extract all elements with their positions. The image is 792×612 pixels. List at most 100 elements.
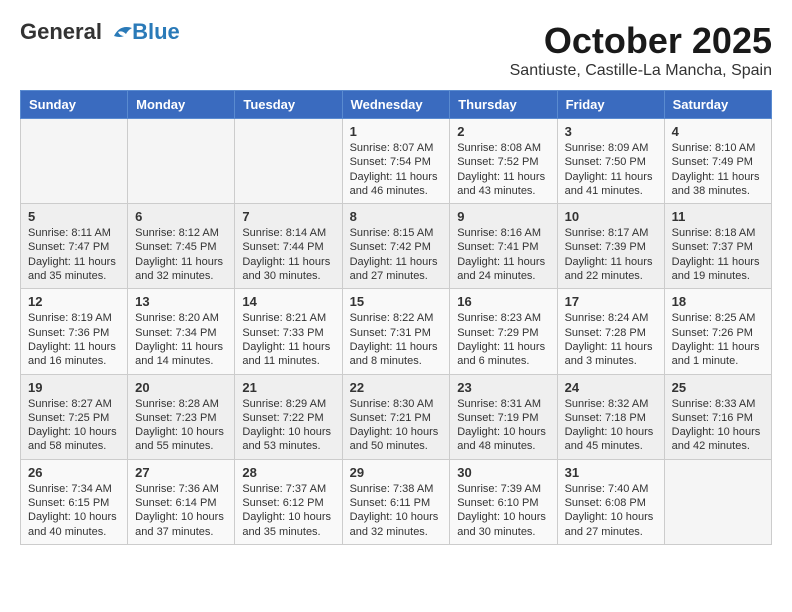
day-info: Sunrise: 7:40 AM xyxy=(565,482,657,496)
day-number: 17 xyxy=(565,294,657,309)
calendar-cell-16: 16Sunrise: 8:23 AMSunset: 7:29 PMDayligh… xyxy=(450,289,557,374)
day-info: Sunset: 7:52 PM xyxy=(457,155,549,169)
day-info: Sunset: 7:34 PM xyxy=(135,326,227,340)
day-info: Sunrise: 8:08 AM xyxy=(457,141,549,155)
calendar-cell-21: 21Sunrise: 8:29 AMSunset: 7:22 PMDayligh… xyxy=(235,374,342,459)
calendar-week-4: 19Sunrise: 8:27 AMSunset: 7:25 PMDayligh… xyxy=(21,374,772,459)
month-title: October 2025 xyxy=(510,20,772,62)
day-info: Sunset: 7:23 PM xyxy=(135,411,227,425)
calendar-cell-8: 8Sunrise: 8:15 AMSunset: 7:42 PMDaylight… xyxy=(342,204,450,289)
day-info: and 32 minutes. xyxy=(350,525,443,539)
calendar-cell-31: 31Sunrise: 7:40 AMSunset: 6:08 PMDayligh… xyxy=(557,459,664,544)
day-info: and 24 minutes. xyxy=(457,269,549,283)
day-info: Sunrise: 8:15 AM xyxy=(350,226,443,240)
day-info: Sunset: 7:36 PM xyxy=(28,326,120,340)
day-info: Daylight: 11 hours xyxy=(457,170,549,184)
calendar-cell-29: 29Sunrise: 7:38 AMSunset: 6:11 PMDayligh… xyxy=(342,459,450,544)
day-info: Sunset: 7:22 PM xyxy=(242,411,334,425)
day-info: Daylight: 10 hours xyxy=(135,510,227,524)
day-info: Sunrise: 8:19 AM xyxy=(28,311,120,325)
day-info: Sunset: 6:11 PM xyxy=(350,496,443,510)
calendar-header-thursday: Thursday xyxy=(450,91,557,119)
day-number: 10 xyxy=(565,209,657,224)
day-number: 20 xyxy=(135,380,227,395)
day-number: 4 xyxy=(672,124,764,139)
day-info: Sunset: 7:26 PM xyxy=(672,326,764,340)
day-info: Sunset: 7:39 PM xyxy=(565,240,657,254)
day-info: Daylight: 10 hours xyxy=(565,425,657,439)
day-info: and 32 minutes. xyxy=(135,269,227,283)
day-info: Sunrise: 8:28 AM xyxy=(135,397,227,411)
day-info: Sunset: 7:50 PM xyxy=(565,155,657,169)
day-info: Sunrise: 8:16 AM xyxy=(457,226,549,240)
calendar-cell-18: 18Sunrise: 8:25 AMSunset: 7:26 PMDayligh… xyxy=(664,289,771,374)
day-info: and 40 minutes. xyxy=(28,525,120,539)
day-info: Sunrise: 8:14 AM xyxy=(242,226,334,240)
day-info: Daylight: 11 hours xyxy=(350,170,443,184)
calendar-cell-19: 19Sunrise: 8:27 AMSunset: 7:25 PMDayligh… xyxy=(21,374,128,459)
day-info: and 41 minutes. xyxy=(565,184,657,198)
day-number: 30 xyxy=(457,465,549,480)
calendar-cell-25: 25Sunrise: 8:33 AMSunset: 7:16 PMDayligh… xyxy=(664,374,771,459)
day-number: 29 xyxy=(350,465,443,480)
day-info: Daylight: 11 hours xyxy=(350,255,443,269)
calendar-cell-2: 2 Sunrise: 8:08 AMSunset: 7:52 PMDaylight… xyxy=(450,119,557,204)
day-number: 24 xyxy=(565,380,657,395)
day-info: and 37 minutes. xyxy=(135,525,227,539)
day-info: Sunset: 7:37 PM xyxy=(672,240,764,254)
day-info: Daylight: 10 hours xyxy=(565,510,657,524)
day-info: Sunrise: 8:24 AM xyxy=(565,311,657,325)
day-number: 23 xyxy=(457,380,549,395)
calendar-header-tuesday: Tuesday xyxy=(235,91,342,119)
day-number: 21 xyxy=(242,380,334,395)
day-number: 25 xyxy=(672,380,764,395)
calendar-cell-empty xyxy=(235,119,342,204)
calendar-cell-1: 1Sunrise: 8:07 AMSunset: 7:54 PMDaylight… xyxy=(342,119,450,204)
title-section: October 2025 Santiuste, Castille-La Manc… xyxy=(510,20,772,80)
day-number: 28 xyxy=(242,465,334,480)
calendar-cell-27: 27Sunrise: 7:36 AMSunset: 6:14 PMDayligh… xyxy=(128,459,235,544)
day-info: and 53 minutes. xyxy=(242,439,334,453)
calendar-table: SundayMondayTuesdayWednesdayThursdayFrid… xyxy=(20,90,772,545)
day-info: Sunset: 7:54 PM xyxy=(350,155,443,169)
day-number: 7 xyxy=(242,209,334,224)
day-info: and 8 minutes. xyxy=(350,354,443,368)
day-number: 9 xyxy=(457,209,549,224)
day-info: Daylight: 11 hours xyxy=(135,255,227,269)
day-number: 22 xyxy=(350,380,443,395)
day-info: Sunset: 7:25 PM xyxy=(28,411,120,425)
page-header: General Blue October 2025 Santiuste, Cas… xyxy=(20,20,772,80)
day-info: and 16 minutes. xyxy=(28,354,120,368)
day-info: Daylight: 11 hours xyxy=(672,170,764,184)
day-info: Sunrise: 8:33 AM xyxy=(672,397,764,411)
calendar-cell-6: 6Sunrise: 8:12 AMSunset: 7:45 PMDaylight… xyxy=(128,204,235,289)
calendar-cell-20: 20Sunrise: 8:28 AMSunset: 7:23 PMDayligh… xyxy=(128,374,235,459)
day-info: Daylight: 11 hours xyxy=(565,170,657,184)
day-info: and 45 minutes. xyxy=(565,439,657,453)
day-info: Sunset: 7:41 PM xyxy=(457,240,549,254)
day-number: 6 xyxy=(135,209,227,224)
calendar-week-5: 26Sunrise: 7:34 AMSunset: 6:15 PMDayligh… xyxy=(21,459,772,544)
location-subtitle: Santiuste, Castille-La Mancha, Spain xyxy=(510,62,772,80)
day-info: Daylight: 11 hours xyxy=(565,255,657,269)
calendar-cell-23: 23Sunrise: 8:31 AMSunset: 7:19 PMDayligh… xyxy=(450,374,557,459)
day-info: Sunset: 7:44 PM xyxy=(242,240,334,254)
day-info: Sunrise: 8:18 AM xyxy=(672,226,764,240)
calendar-cell-17: 17Sunrise: 8:24 AMSunset: 7:28 PMDayligh… xyxy=(557,289,664,374)
calendar-header-wednesday: Wednesday xyxy=(342,91,450,119)
day-info: Daylight: 10 hours xyxy=(350,425,443,439)
day-info: Sunset: 6:14 PM xyxy=(135,496,227,510)
day-info: Daylight: 10 hours xyxy=(672,425,764,439)
day-info: Daylight: 11 hours xyxy=(28,340,120,354)
day-info: Sunrise: 8:30 AM xyxy=(350,397,443,411)
day-info: Sunrise: 8:27 AM xyxy=(28,397,120,411)
day-info: Daylight: 11 hours xyxy=(28,255,120,269)
day-number: 11 xyxy=(672,209,764,224)
day-number: 26 xyxy=(28,465,120,480)
day-info: Sunset: 7:42 PM xyxy=(350,240,443,254)
day-number: 2 xyxy=(457,124,549,139)
day-info: and 35 minutes. xyxy=(242,525,334,539)
day-number: 14 xyxy=(242,294,334,309)
day-info: Sunrise: 8:32 AM xyxy=(565,397,657,411)
day-info: Daylight: 11 hours xyxy=(242,340,334,354)
